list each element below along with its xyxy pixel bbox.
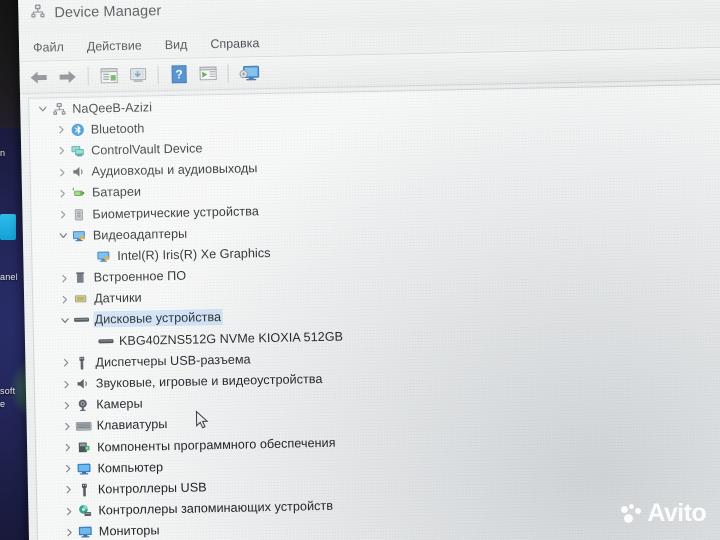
chevron-right-icon[interactable]	[59, 379, 74, 388]
tree-label: Компоненты программного обеспечения	[96, 435, 336, 455]
tree-label: KBG40ZNS512G NVMe KIOXIA 512GB	[118, 329, 344, 348]
scan-hardware-icon[interactable]	[194, 61, 220, 86]
usb-connector-icon	[73, 355, 90, 370]
avito-dots-icon	[621, 503, 643, 524]
display-adapter-icon	[95, 249, 112, 264]
disk-drive-icon	[97, 333, 114, 348]
forward-arrow-icon[interactable]	[54, 64, 80, 89]
chevron-right-icon[interactable]	[60, 422, 75, 431]
menu-help[interactable]: Справка	[208, 35, 261, 52]
device-manager-icon	[30, 3, 45, 23]
window-title: Device Manager	[54, 3, 162, 22]
chevron-right-icon[interactable]	[62, 528, 77, 537]
chevron-right-icon[interactable]	[60, 464, 75, 473]
sensors-icon	[72, 291, 89, 306]
chevron-right-icon[interactable]	[60, 443, 75, 452]
tree-label: Биометрические устройства	[92, 203, 259, 222]
tree-label: Батареи	[91, 184, 142, 200]
toolbar-separator-2	[157, 65, 159, 85]
computer-icon	[75, 461, 92, 476]
chevron-right-icon[interactable]	[61, 507, 76, 516]
display-adapter-icon	[71, 228, 88, 243]
tree-label: Контроллеры запоминающих устройств	[98, 498, 334, 518]
chevron-right-icon[interactable]	[55, 210, 70, 219]
help-icon[interactable]: ?	[165, 62, 191, 87]
screenshot-root: n anel soft e Device Manager Файл Действ…	[0, 0, 720, 540]
bluetooth-icon	[69, 122, 86, 137]
update-driver-icon[interactable]	[124, 63, 150, 88]
tree-label: Bluetooth	[90, 121, 145, 137]
computer-root-icon	[50, 101, 67, 116]
audio-icon	[69, 164, 86, 179]
chevron-right-icon[interactable]	[58, 358, 73, 367]
controlvault-icon	[69, 143, 86, 158]
tree-label: Встроенное ПО	[93, 268, 187, 285]
avito-watermark: Avito	[621, 499, 707, 527]
tree-label: Аудиовходы и аудиовыходы	[91, 161, 258, 179]
tree-label: Мониторы	[98, 523, 160, 539]
desktop-label-microsoft-2: e	[0, 399, 6, 409]
chevron-right-icon[interactable]	[54, 125, 69, 134]
camera-icon	[74, 397, 91, 412]
tree-label: ControlVault Device	[91, 141, 203, 158]
usb-controller-icon	[76, 482, 93, 498]
device-tree[interactable]: NaQeeB-Azizi Bluetooth ControlVault Devi…	[28, 83, 720, 540]
tree-label: Компьютер	[97, 459, 164, 476]
tree-label: Камеры	[96, 396, 143, 412]
tree-label: Диспетчеры USB-разъема	[95, 352, 251, 370]
chevron-right-icon[interactable]	[61, 485, 76, 494]
properties-icon[interactable]	[95, 63, 121, 88]
chevron-right-icon[interactable]	[54, 146, 69, 155]
desktop-label-control-panel: anel	[0, 272, 18, 282]
firmware-icon	[72, 270, 89, 285]
biometric-icon	[70, 207, 87, 222]
chevron-right-icon[interactable]	[57, 274, 72, 283]
chevron-down-icon[interactable]	[57, 316, 72, 325]
menu-action[interactable]: Действие	[85, 37, 144, 54]
audio-icon	[74, 376, 91, 391]
battery-icon	[70, 186, 87, 201]
tree-label: Звуковые, игровые и видеоустройства	[95, 371, 323, 391]
toolbar-separator-3	[227, 63, 229, 83]
menu-file[interactable]: Файл	[31, 39, 66, 56]
storage-controller-icon	[76, 503, 93, 518]
menu-view[interactable]: Вид	[163, 36, 190, 53]
chevron-down-icon[interactable]	[56, 231, 71, 240]
desktop-label-partial-1: n	[0, 148, 6, 158]
tree-label: Датчики	[93, 290, 142, 306]
desktop-label-microsoft-1: soft	[0, 386, 16, 396]
tree-label: Intel(R) Iris(R) Xe Graphics	[117, 245, 271, 263]
tree-label: Контроллеры USB	[97, 480, 207, 497]
device-manager-window: Device Manager Файл Действие Вид Справка	[18, 0, 720, 540]
back-arrow-icon[interactable]	[25, 65, 51, 90]
keyboard-icon	[75, 419, 92, 434]
monitor-icon	[77, 524, 94, 539]
svg-text:?: ?	[175, 67, 183, 81]
chevron-right-icon[interactable]	[59, 401, 74, 410]
chevron-right-icon[interactable]	[57, 295, 72, 304]
chevron-down-icon[interactable]	[35, 104, 50, 113]
tree-label: Видеоадаптеры	[92, 226, 188, 243]
chevron-right-icon[interactable]	[54, 168, 69, 177]
tree-root-label: NaQeeB-Azizi	[72, 99, 153, 116]
desktop-icon-tile[interactable]	[0, 214, 16, 240]
tree-label: Клавиатуры	[96, 417, 168, 433]
tree-label: Дисковые устройства	[94, 310, 222, 327]
software-component-icon	[75, 440, 92, 455]
toolbar-separator-1	[87, 66, 89, 86]
show-hidden-devices-icon[interactable]	[235, 61, 261, 86]
avito-wordmark: Avito	[647, 499, 706, 527]
chevron-right-icon[interactable]	[55, 189, 70, 198]
disk-drive-icon	[72, 313, 89, 328]
